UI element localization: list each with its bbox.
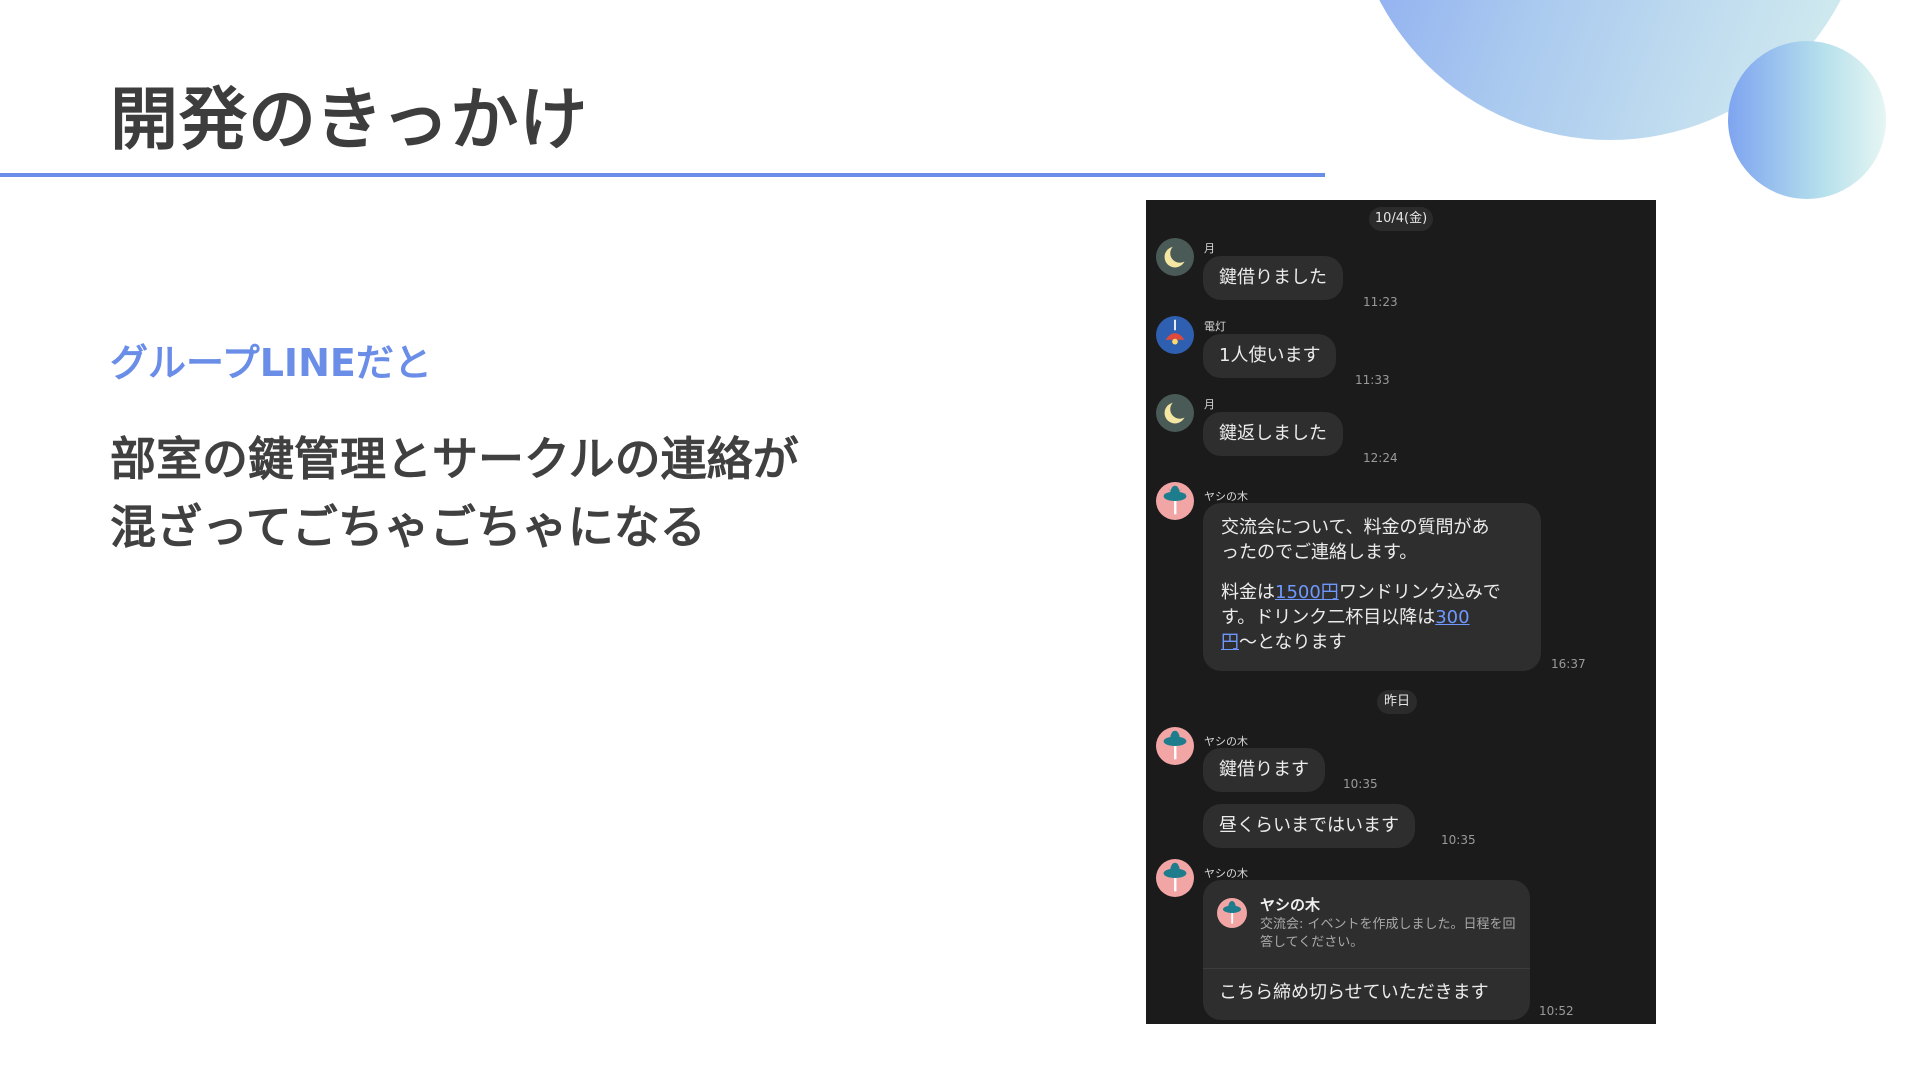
message-time: 10:35 <box>1343 777 1378 791</box>
sender-name: 電灯 <box>1204 320 1226 333</box>
palm-tree-icon <box>1156 482 1194 520</box>
text-span: ワンドリンク込みで <box>1338 582 1501 603</box>
slide-body: 部室の鍵管理とサークルの連絡が 混ざってごちゃごちゃになる <box>110 425 799 561</box>
slide-subtitle: グループLINEだと <box>110 341 432 385</box>
moon-icon <box>1156 394 1194 432</box>
message-line: ったのでご連絡します。 <box>1221 542 1418 563</box>
event-card-bubble[interactable]: ヤシの木 交流会: イベントを作成しました。日程を回答してください。 こちら締め… <box>1203 880 1530 1020</box>
message-time: 10:52 <box>1539 1004 1574 1018</box>
message-line: す。ドリンク二杯目以降は300 <box>1221 605 1541 630</box>
event-card-title: ヤシの木 <box>1260 896 1321 914</box>
text-span: す。ドリンク二杯目以降は <box>1221 607 1436 628</box>
slide-title: 開発のきっかけ <box>110 81 589 160</box>
message-bubble[interactable]: 1人使います <box>1203 334 1337 378</box>
date-separator: 10/4(金) <box>1369 207 1433 231</box>
message-time: 11:23 <box>1363 295 1398 309</box>
sender-name: ヤシの木 <box>1204 735 1248 748</box>
sender-name: 月 <box>1204 242 1215 255</box>
price-link[interactable]: 300 <box>1435 607 1469 628</box>
message-time: 10:35 <box>1441 833 1476 847</box>
message-bubble[interactable]: 昼くらいまではいます <box>1203 804 1415 848</box>
palm-tree-icon <box>1217 898 1247 928</box>
message-line: 料金は1500円ワンドリンク込みで <box>1221 580 1541 605</box>
message-bubble[interactable]: 鍵借りました <box>1203 256 1343 300</box>
event-card[interactable]: ヤシの木 交流会: イベントを作成しました。日程を回答してください。 <box>1203 880 1530 969</box>
message-text: こちら締め切らせていただきます <box>1219 982 1489 1003</box>
sender-name: ヤシの木 <box>1204 490 1248 503</box>
decorative-circle-small <box>1728 41 1886 199</box>
lamp-icon <box>1156 316 1194 354</box>
event-card-description: 交流会: イベントを作成しました。日程を回答してください。 <box>1260 917 1516 950</box>
message-line: 交流会について、料金の質問があ <box>1221 517 1490 538</box>
sender-name: ヤシの木 <box>1204 867 1248 880</box>
price-link[interactable]: 1500円 <box>1275 582 1339 603</box>
message-time: 16:37 <box>1551 657 1586 671</box>
message-bubble[interactable]: 鍵返しました <box>1203 412 1343 456</box>
text-span: 料金は <box>1221 582 1275 603</box>
price-link[interactable]: 円 <box>1221 632 1239 653</box>
moon-icon <box>1156 238 1194 276</box>
message-bubble-long[interactable]: 交流会について、料金の質問があ ったのでご連絡します。 料金は1500円ワンドリ… <box>1203 503 1541 671</box>
body-line: 混ざってごちゃごちゃになる <box>110 500 706 554</box>
title-underline <box>0 173 1325 177</box>
message-line: 円〜となります <box>1221 630 1541 655</box>
text-span: 〜となります <box>1239 632 1347 653</box>
chat-screenshot: 10/4(金) 月 鍵借りました 11:23 電灯 1人使います 11:33 月… <box>1146 200 1656 1024</box>
palm-tree-icon <box>1156 859 1194 897</box>
message-time: 11:33 <box>1355 373 1390 387</box>
message-bubble[interactable]: 鍵借ります <box>1203 748 1325 792</box>
message-time: 12:24 <box>1363 451 1398 465</box>
body-line: 部室の鍵管理とサークルの連絡が <box>110 432 799 486</box>
palm-tree-icon <box>1156 727 1194 765</box>
sender-name: 月 <box>1204 398 1215 411</box>
date-separator: 昨日 <box>1377 690 1417 714</box>
